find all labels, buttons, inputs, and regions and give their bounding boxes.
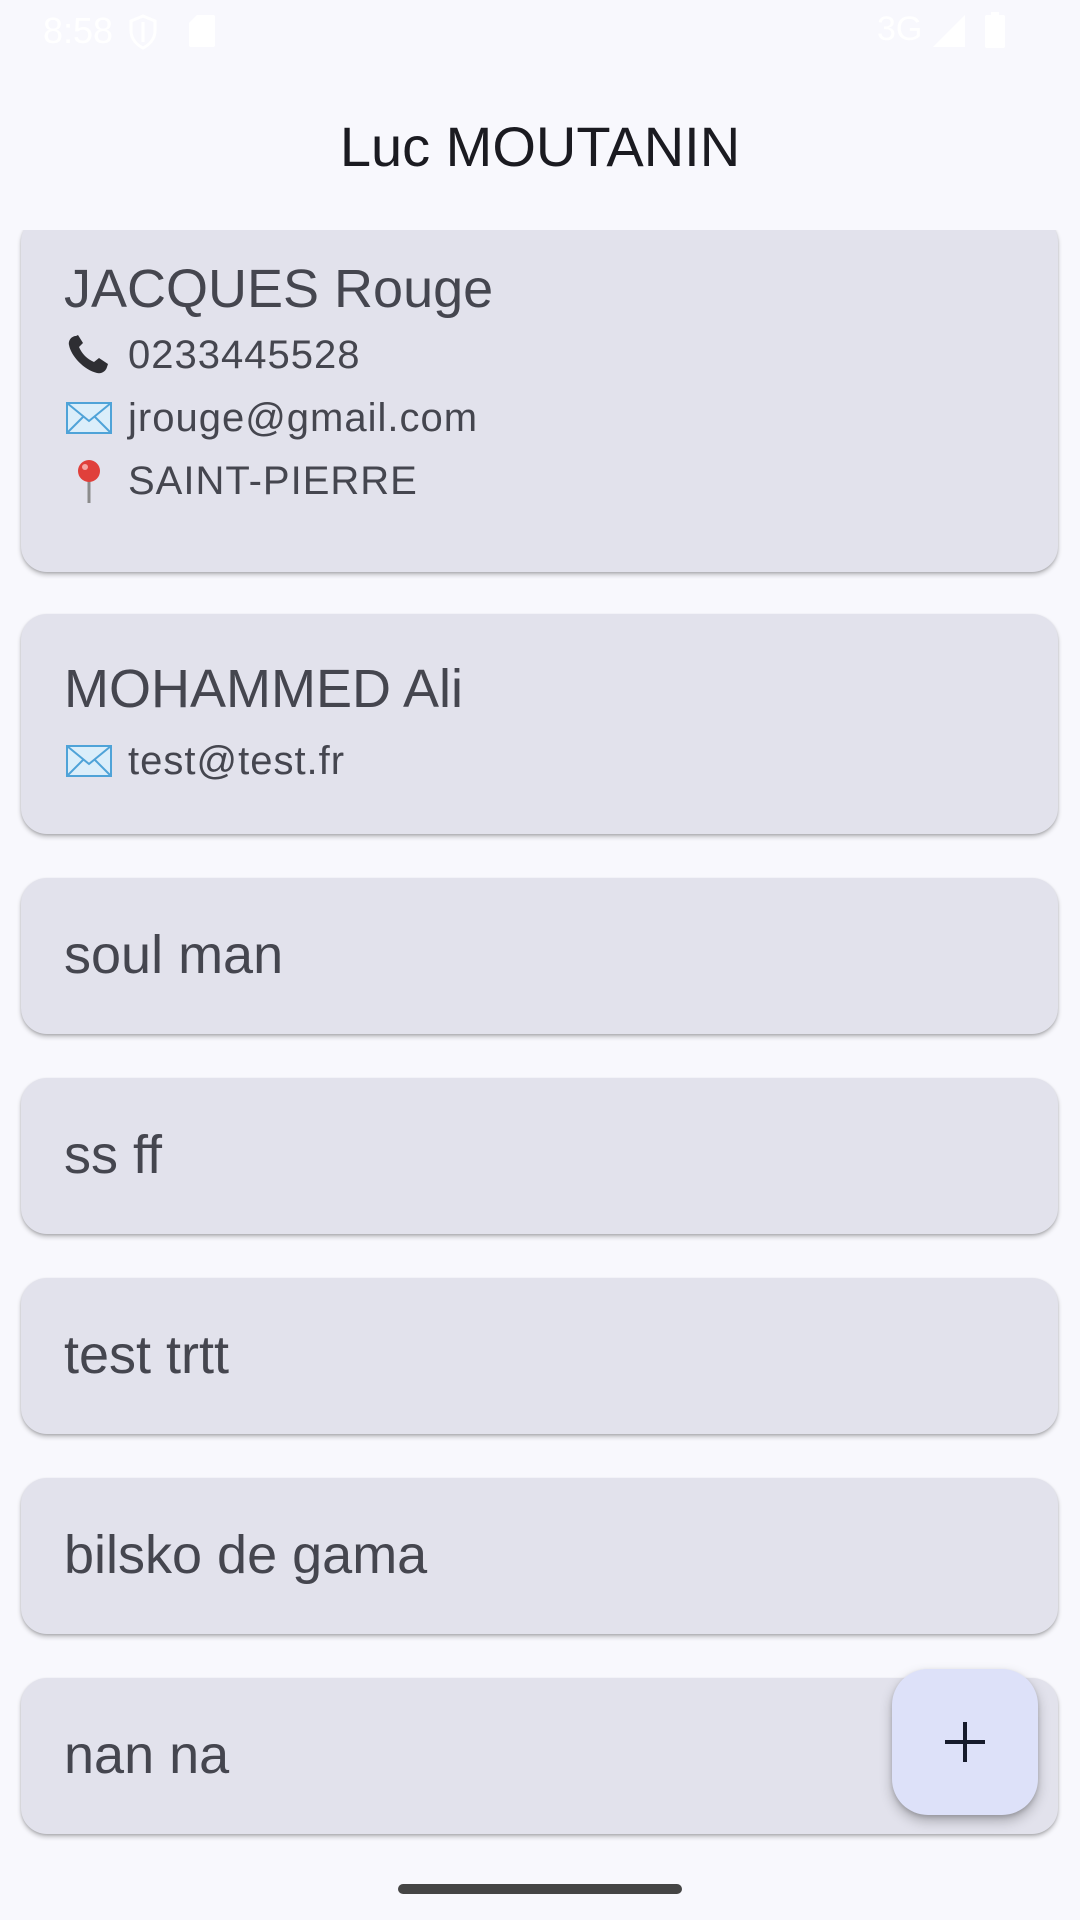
contact-name: ss ff bbox=[64, 1125, 163, 1185]
contact-email-row: jrouge@gmail.com bbox=[64, 393, 478, 443]
envelope-icon bbox=[66, 745, 112, 777]
contact-card[interactable]: ss ff bbox=[21, 1078, 1058, 1234]
plus-icon bbox=[945, 1722, 985, 1762]
envelope-icon bbox=[66, 402, 112, 434]
contact-city: SAINT-PIERRE bbox=[128, 458, 418, 503]
top-app-bar: Luc MOUTANIN bbox=[0, 64, 1080, 230]
contact-email: test@test.fr bbox=[128, 738, 346, 783]
home-gesture-handle[interactable] bbox=[398, 1884, 682, 1894]
add-contact-button[interactable] bbox=[892, 1669, 1038, 1815]
phone-icon bbox=[68, 335, 108, 374]
battery-icon bbox=[985, 12, 1005, 48]
network-type: 3G bbox=[877, 10, 923, 48]
navigation-bar bbox=[0, 1856, 1080, 1920]
contact-card[interactable]: soul man bbox=[21, 878, 1058, 1034]
contact-phone-row: 0233445528 bbox=[64, 330, 360, 380]
shield-icon bbox=[129, 14, 157, 50]
contact-phone: 0233445528 bbox=[128, 332, 361, 377]
page-title: Luc MOUTANIN bbox=[339, 115, 741, 178]
contact-city-row: SAINT-PIERRE bbox=[64, 456, 418, 506]
contact-card[interactable]: bilsko de gama bbox=[21, 1478, 1058, 1634]
contact-name: soul man bbox=[64, 925, 284, 985]
contact-name: test trtt bbox=[64, 1325, 230, 1385]
sd-card-icon bbox=[189, 15, 215, 47]
contact-card[interactable]: test trtt bbox=[21, 1278, 1058, 1434]
status-time: 8:58 bbox=[43, 10, 114, 51]
contact-card[interactable]: JACQUES Rouge 0233445528 jrouge@gmail.co… bbox=[21, 230, 1058, 572]
signal-icon bbox=[933, 15, 965, 47]
contact-email-row: test@test.fr bbox=[64, 736, 345, 786]
contact-name: JACQUES Rouge bbox=[64, 259, 494, 319]
contact-name: bilsko de gama bbox=[64, 1525, 428, 1585]
status-bar: 8:58 3G bbox=[0, 0, 1080, 64]
contact-email: jrouge@gmail.com bbox=[128, 395, 479, 440]
contact-name: MOHAMMED Ali bbox=[64, 659, 464, 719]
pin-icon bbox=[78, 460, 100, 503]
contacts-list[interactable]: JACQUES Rouge 0233445528 jrouge@gmail.co… bbox=[0, 230, 1080, 1856]
contact-card[interactable]: MOHAMMED Ali test@test.fr bbox=[21, 614, 1058, 834]
contact-name: nan na bbox=[64, 1725, 230, 1785]
contacts-screen: 8:58 3G Luc MOUTANIN JACQUES Rouge 02334… bbox=[0, 0, 1080, 1920]
